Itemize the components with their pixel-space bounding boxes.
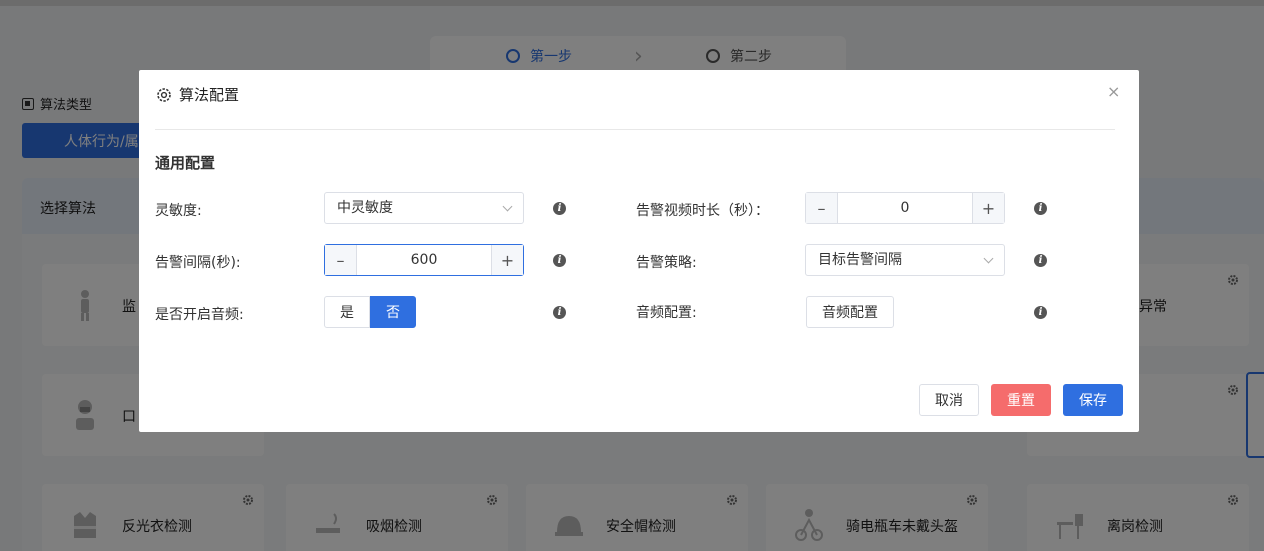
close-icon[interactable]: × (1107, 82, 1120, 101)
algorithm-config-dialog: 算法配置 × 通用配置 灵敏度: 中灵敏度 i 告警视频时长（秒）： – 0 +… (139, 70, 1139, 432)
plus-icon[interactable]: + (972, 193, 1004, 223)
video-duration-stepper[interactable]: – 0 + (805, 192, 1005, 224)
dialog-header: 算法配置 (155, 84, 1115, 130)
gear-icon (157, 88, 171, 102)
alarm-interval-value[interactable]: 600 (357, 245, 491, 275)
cancel-button[interactable]: 取消 (919, 384, 979, 416)
save-button[interactable]: 保存 (1063, 384, 1123, 416)
info-icon[interactable]: i (553, 306, 566, 319)
audio-enable-toggle: 是 否 (324, 296, 416, 328)
video-duration-label: 告警视频时长（秒）： (636, 203, 769, 219)
alarm-strategy-label: 告警策略: (636, 255, 697, 271)
alarm-strategy-value: 目标告警间隔 (818, 252, 902, 268)
section-title: 通用配置 (155, 154, 216, 172)
minus-icon[interactable]: – (325, 245, 357, 275)
plus-icon[interactable]: + (491, 245, 523, 275)
audio-config-button[interactable]: 音频配置 (806, 296, 894, 328)
alarm-interval-label: 告警间隔(秒): (155, 255, 241, 271)
audio-yes-button[interactable]: 是 (324, 296, 370, 328)
info-icon[interactable]: i (1034, 254, 1047, 267)
alarm-strategy-select[interactable]: 目标告警间隔 (805, 244, 1005, 276)
sensitivity-label: 灵敏度: (155, 203, 202, 219)
sensitivity-select[interactable]: 中灵敏度 (324, 192, 524, 224)
chevron-down-icon (502, 201, 513, 212)
alarm-interval-stepper[interactable]: – 600 + (324, 244, 524, 276)
info-icon[interactable]: i (1034, 202, 1047, 215)
info-icon[interactable]: i (1034, 306, 1047, 319)
info-icon[interactable]: i (553, 202, 566, 215)
dialog-title: 算法配置 (179, 86, 240, 104)
audio-enable-label: 是否开启音频: (155, 307, 244, 323)
minus-icon[interactable]: – (806, 193, 838, 223)
audio-no-button[interactable]: 否 (370, 296, 416, 328)
sensitivity-value: 中灵敏度 (337, 200, 393, 216)
info-icon[interactable]: i (553, 254, 566, 267)
video-duration-value[interactable]: 0 (838, 193, 972, 223)
chevron-down-icon (983, 253, 994, 264)
audio-config-label: 音频配置: (636, 305, 697, 321)
reset-button[interactable]: 重置 (991, 384, 1051, 416)
